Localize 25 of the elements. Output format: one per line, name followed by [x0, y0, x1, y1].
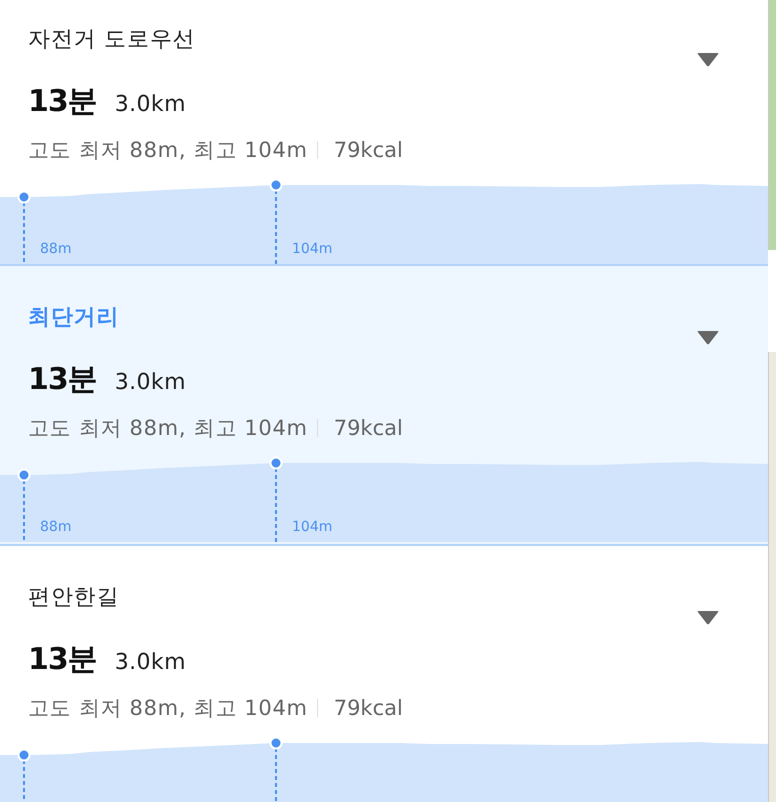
- elevation-label: 104m: [292, 519, 332, 535]
- elevation-label: 104m: [292, 241, 332, 257]
- elevation-summary: 고도 최저 88m, 최고 104m: [28, 416, 308, 440]
- caret-icon[interactable]: [697, 331, 719, 345]
- elevation-marker: [270, 736, 282, 802]
- route-duration: 13분: [28, 642, 97, 678]
- route-card[interactable]: 최단거리 13분 3.0km 고도 최저 88m, 최고 104m 79kcal 88m 104m: [0, 266, 768, 546]
- route-distance: 3.0km: [114, 371, 186, 395]
- caret-icon[interactable]: [697, 53, 719, 67]
- route-distance: 3.0km: [114, 651, 186, 675]
- route-duration: 13분: [28, 84, 97, 120]
- elevation-summary: 고도 최저 88m, 최고 104m: [28, 696, 308, 720]
- elevation-label: 88m: [40, 519, 72, 535]
- route-duration: 13분: [28, 362, 97, 398]
- route-title: 최단거리: [28, 306, 120, 330]
- route-title: 자전거 도로우선: [28, 28, 196, 52]
- route-calories: 79kcal: [334, 416, 403, 440]
- elevation-label: 88m: [40, 241, 72, 257]
- route-calories: 79kcal: [334, 696, 403, 720]
- elevation-summary: 고도 최저 88m, 최고 104m: [28, 138, 308, 162]
- elevation-marker: [18, 748, 30, 802]
- route-calories: 79kcal: [334, 138, 403, 162]
- route-distance: 3.0km: [114, 93, 186, 117]
- caret-icon[interactable]: [697, 611, 719, 625]
- route-title: 편안한길: [28, 586, 120, 610]
